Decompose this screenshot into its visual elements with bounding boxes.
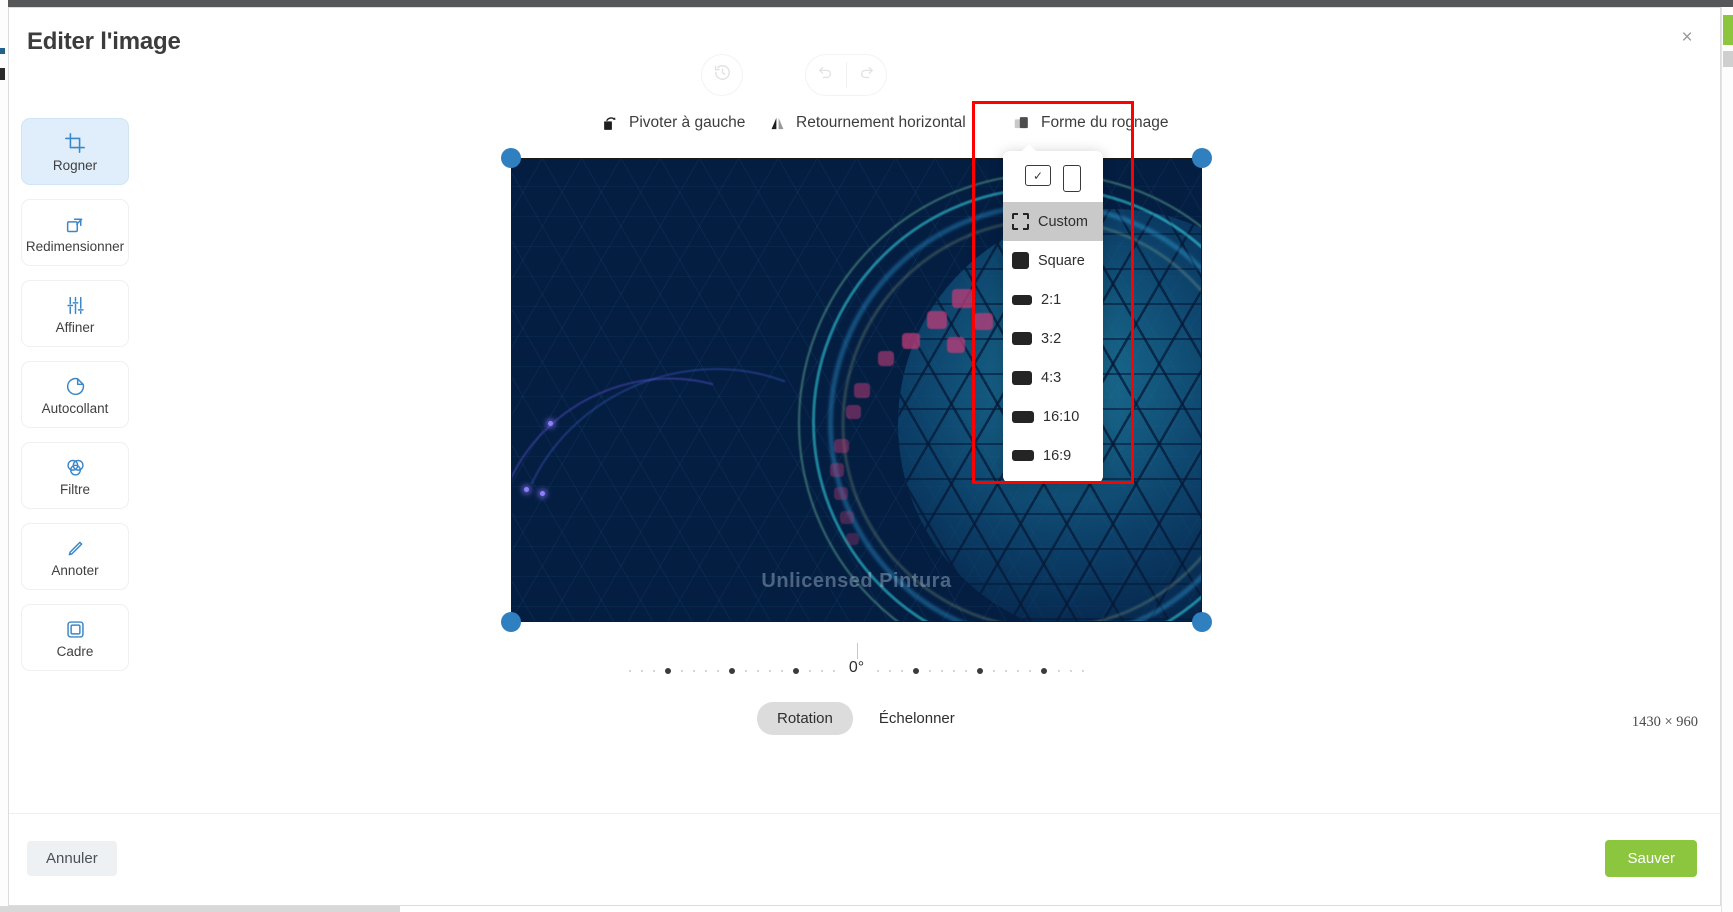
crop-shape-icon (1012, 114, 1032, 132)
sidebar-item-label: Autocollant (41, 401, 109, 416)
sidebar-item-annoter[interactable]: Annoter (21, 523, 129, 590)
rotate-left-button[interactable]: Pivoter à gauche (592, 104, 753, 142)
crop-shape-option-16-9[interactable]: 16:9 (1003, 436, 1103, 475)
redo-icon (858, 64, 875, 86)
page-left-marker (0, 68, 5, 80)
crop-handle-bottom-left[interactable] (501, 612, 521, 632)
crop-shape-option-2-1[interactable]: 2:1 (1003, 280, 1103, 319)
orientation-toggle-row: ✓ (1003, 157, 1103, 202)
page-right-gray-chip (1723, 51, 1733, 67)
custom-shape-icon (1012, 213, 1029, 230)
crop-shape-option-label: 16:9 (1043, 447, 1072, 464)
crop-shape-option-label: 4:3 (1041, 369, 1062, 386)
modal-footer: Annuler Sauver (9, 813, 1720, 905)
save-button[interactable]: Sauver (1605, 840, 1697, 877)
landscape-orientation-button[interactable]: ✓ (1025, 165, 1051, 186)
undo-icon (817, 64, 834, 86)
sidebar-item-affiner[interactable]: Affiner (21, 280, 129, 347)
portrait-orientation-button[interactable] (1063, 165, 1081, 192)
pencil-icon (62, 535, 88, 561)
history-toolbar (9, 54, 1720, 98)
frame-icon (62, 616, 88, 642)
crop-toolbar: Pivoter à gauche Retournement horizontal (9, 104, 1720, 144)
ratio-16-10-shape-icon (1012, 410, 1034, 423)
check-icon: ✓ (1032, 168, 1044, 183)
crop-shape-option-custom[interactable]: Custom (1003, 202, 1103, 241)
crop-shape-option-label: 2:1 (1041, 291, 1062, 308)
crop-shape-button[interactable]: Forme du rognage (1004, 104, 1177, 142)
page-left-accent (0, 48, 5, 54)
tool-sidebar: Rogner Redimensionner Affiner Autocollan… (21, 118, 141, 685)
crop-shape-option-4-3[interactable]: 4:3 (1003, 358, 1103, 397)
rotation-slider[interactable]: 0° (629, 643, 1084, 698)
ratio-4-3-shape-icon (1012, 370, 1032, 385)
redo-button[interactable] (847, 55, 887, 95)
close-icon[interactable]: × (1674, 24, 1700, 50)
page-bottom-strip (0, 906, 400, 912)
browser-chrome-strip (0, 0, 1733, 7)
page-title: Editer l'image (27, 28, 181, 55)
flip-horizontal-icon (767, 114, 787, 132)
sidebar-item-label: Rogner (52, 158, 98, 173)
crop-shape-option-16-10[interactable]: 16:10 (1003, 397, 1103, 436)
glow-dot-1 (548, 421, 553, 426)
image-dimensions-label: 1430 × 960 (1631, 714, 1698, 730)
rotate-left-label: Pivoter à gauche (629, 114, 746, 131)
sidebar-item-label: Affiner (55, 320, 95, 335)
history-revert-icon (713, 63, 732, 87)
glow-dot-2 (524, 487, 529, 492)
ratio-2-1-shape-icon (1012, 294, 1032, 305)
crop-shape-option-square[interactable]: Square (1003, 241, 1103, 280)
rotate-left-icon (600, 114, 620, 132)
crop-shape-option-label: 3:2 (1041, 330, 1062, 347)
edit-image-modal: Editer l'image × Rogner Redimensionner A… (8, 7, 1721, 906)
cancel-button[interactable]: Annuler (27, 841, 117, 876)
tab-rotation[interactable]: Rotation (757, 702, 853, 735)
resize-icon (62, 211, 88, 237)
watermark-text: Unlicensed Pintura (761, 570, 952, 592)
crop-shape-dropdown: ✓ Custom Square 2:1 3:2 4:3 16:10 16:9 (1003, 144, 1103, 483)
sidebar-item-label: Annoter (51, 563, 99, 578)
crop-handle-bottom-right[interactable] (1192, 612, 1212, 632)
crop-shape-option-label: 16:10 (1043, 408, 1080, 425)
square-shape-icon (1012, 252, 1029, 269)
undo-button[interactable] (806, 55, 846, 95)
sticker-icon (62, 373, 88, 399)
crop-shape-option-label: Square (1038, 252, 1085, 269)
page-right-edge (1721, 7, 1733, 912)
filter-icon (62, 454, 88, 480)
sliders-icon (62, 292, 88, 318)
rotation-value-label: 0° (843, 659, 870, 677)
image-editor-screen: Editer l'image × Rogner Redimensionner A… (0, 0, 1733, 912)
transform-mode-tabs: Rotation Échelonner (757, 702, 975, 735)
sidebar-item-label: Filtre (60, 482, 90, 497)
sidebar-item-autocollant[interactable]: Autocollant (21, 361, 129, 428)
crop-handle-top-left[interactable] (501, 148, 521, 168)
flip-horizontal-button[interactable]: Retournement horizontal (759, 104, 974, 142)
sidebar-item-cadre[interactable]: Cadre (21, 604, 129, 671)
crop-shape-option-3-2[interactable]: 3:2 (1003, 319, 1103, 358)
sidebar-item-label: Redimensionner (25, 239, 125, 254)
tab-echelonner[interactable]: Échelonner (859, 702, 975, 735)
revert-button[interactable] (701, 54, 743, 96)
sidebar-item-filtre[interactable]: Filtre (21, 442, 129, 509)
ratio-3-2-shape-icon (1012, 332, 1032, 345)
crop-shape-option-label: Custom (1038, 213, 1088, 230)
ratio-16-9-shape-icon (1012, 450, 1034, 461)
crop-shape-label: Forme du rognage (1041, 114, 1169, 131)
sidebar-item-redimensionner[interactable]: Redimensionner (21, 199, 129, 266)
sidebar-item-label: Cadre (56, 644, 94, 659)
undo-redo-group (805, 54, 887, 96)
page-right-green-chip (1723, 15, 1733, 45)
flip-horizontal-label: Retournement horizontal (796, 114, 966, 131)
page-left-edge (0, 0, 8, 912)
glow-dot-3 (540, 491, 545, 496)
crop-handle-top-right[interactable] (1192, 148, 1212, 168)
